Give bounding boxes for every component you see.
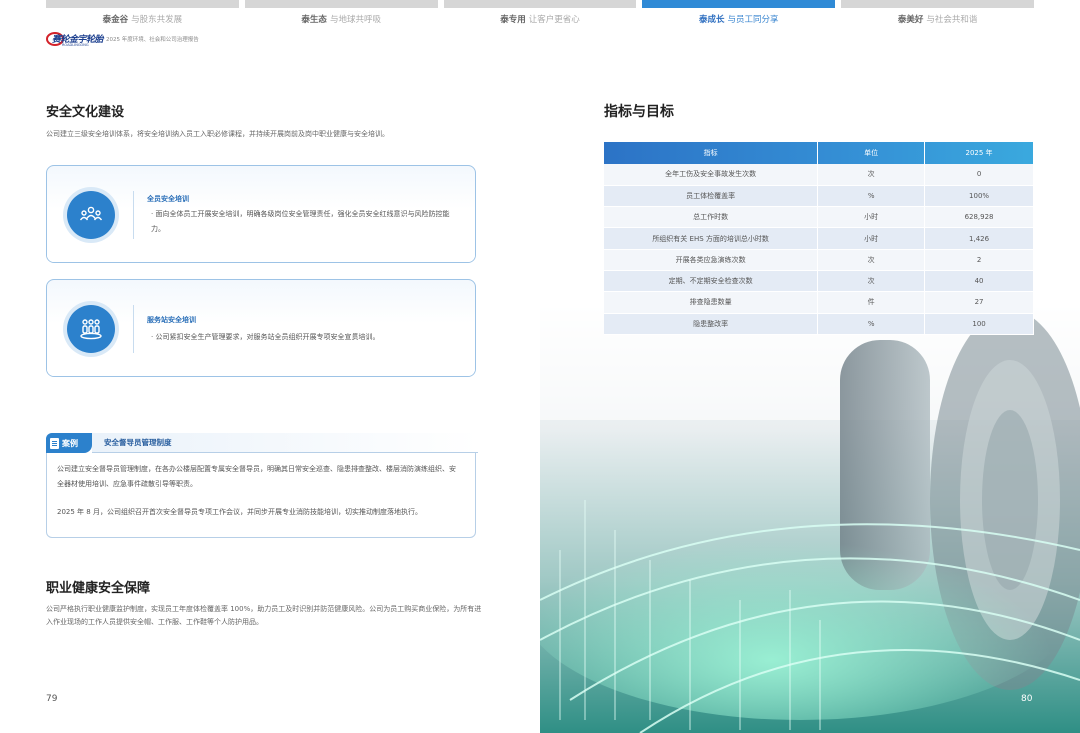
- tab-main-label: 泰生态: [301, 15, 327, 25]
- table-row: 定期、不定期安全检查次数次 40: [604, 270, 1034, 293]
- tab-main-label: 泰专用: [500, 15, 526, 25]
- cell-metric: 排查隐患数量: [604, 291, 819, 314]
- logo-subtext: ROADLINGONG: [62, 43, 89, 47]
- table-row: 全年工伤及安全事故发生次数次 0: [604, 164, 1034, 186]
- case-paragraph: 2025 年 8 月，公司组织召开首次安全督导员专项工作会议，并同步开展专业消防…: [57, 508, 422, 516]
- training-card-all-staff: 全员安全培训 · 面向全体员工开展安全培训，明确各级岗位安全管理责任，强化全员安…: [46, 165, 476, 263]
- tab-main-label: 泰金谷: [102, 15, 129, 25]
- tab-sub-label: 让客户更省心: [528, 15, 580, 25]
- safety-culture-intro: 公司建立三级安全培训体系，将安全培训纳入员工入职必修课程，并持续开展岗前及岗中职…: [46, 130, 389, 138]
- cell-unit: 次: [817, 270, 926, 293]
- tab-customers[interactable]: 泰专用 让客户更省心: [443, 0, 637, 26]
- tab-main-label: 泰成长: [699, 15, 725, 25]
- company-logo: 赛轮金宇轮胎 ROADLINGONG 2025 年度环境、社会和公司治理报告: [46, 31, 199, 47]
- top-navigation: 泰金谷 与股东共发展 泰生态 与地球共呼吸 泰专用 让客户更省心 泰成长 与员工同分享 …: [46, 0, 1034, 26]
- cell-unit: 次: [817, 249, 926, 271]
- tab-society[interactable]: 泰美好 与社会共和谐: [841, 0, 1034, 26]
- card-body: · 面向全体员工开展安全培训，明确各级岗位安全管理责任，强化全员安全红线意识与风…: [151, 210, 450, 234]
- logo-mark: 赛轮金宇轮胎 ROADLINGONG: [46, 31, 104, 47]
- case-badge: 案例: [46, 433, 92, 453]
- table-row: 开展各类应急演练次数次 2: [604, 249, 1034, 271]
- header-metric: 指标: [604, 142, 819, 164]
- page-number-left: 79: [46, 694, 58, 704]
- tab-sub-label: 与地球共呼吸: [329, 15, 381, 25]
- tab-sub-label: 与社会共和谐: [926, 15, 978, 25]
- table-row: 排查隐患数量件 27: [604, 291, 1034, 314]
- case-badge-label: 案例: [62, 438, 78, 448]
- case-box: 案例 安全督导员管理制度 公司建立安全督导员管理制度，在各办公楼层配置专属安全督…: [46, 433, 478, 538]
- section-title-metrics: 指标与目标: [604, 104, 674, 120]
- tab-sub-label: 与员工同分享: [727, 15, 779, 25]
- cell-value: 100%: [924, 185, 1034, 208]
- cell-metric: 隐患整改率: [604, 313, 819, 335]
- cell-value: 100: [924, 313, 1034, 335]
- section-title-occupational-health: 职业健康安全保障: [46, 581, 151, 596]
- document-icon: [50, 437, 59, 449]
- cell-metric: 所组织有关 EHS 方面的培训总小时数: [604, 227, 819, 250]
- cell-value: 40: [924, 270, 1034, 293]
- cell-metric: 全年工伤及安全事故发生次数: [604, 164, 819, 186]
- cell-unit: %: [817, 185, 926, 208]
- table-header-row: 指标 单位 2025 年: [604, 142, 1034, 164]
- table-row: 总工作时数 小时 628,928: [604, 206, 1034, 229]
- cell-value: 628,928: [924, 206, 1034, 229]
- case-title: 安全督导员管理制度: [92, 433, 478, 453]
- tire-road-illustration: [540, 300, 1080, 733]
- cell-value: 27: [924, 291, 1034, 314]
- cell-metric: 员工体检覆盖率: [604, 185, 819, 208]
- cell-value: 0: [924, 164, 1034, 186]
- report-tagline: 2025 年度环境、社会和公司治理报告: [106, 37, 199, 43]
- header-year: 2025 年: [924, 142, 1034, 164]
- cell-unit: 小时: [817, 206, 926, 229]
- page-number-right: 80: [1021, 694, 1033, 704]
- table-row: 隐患整改率% 100: [604, 313, 1034, 335]
- tab-sub-label: 与股东共发展: [131, 15, 183, 25]
- header-unit: 单位: [817, 142, 926, 164]
- table-row: 员工体检覆盖率% 100%: [604, 185, 1034, 208]
- section-title-safety-culture: 安全文化建设: [46, 105, 125, 120]
- cell-metric: 总工作时数: [604, 206, 819, 229]
- group-people-icon: [67, 191, 115, 239]
- cell-unit: 件: [817, 291, 926, 314]
- tab-environment[interactable]: 泰生态 与地球共呼吸: [244, 0, 438, 26]
- occupational-health-body: 公司严格执行职业健康监护制度，实现员工年度体检覆盖率 100%，助力员工及时识别…: [46, 605, 482, 627]
- tab-employees[interactable]: 泰成长 与员工同分享: [642, 0, 836, 26]
- card-title: 全员安全培训: [147, 195, 189, 203]
- case-paragraph: 公司建立安全督导员管理制度，在各办公楼层配置专属安全督导员，明确其日常安全巡查、…: [57, 465, 456, 489]
- card-body: · 公司紧扣安全生产管理要求，对服务站全员组织开展专项安全宣贯培训。: [151, 333, 380, 341]
- cell-metric: 开展各类应急演练次数: [604, 249, 819, 271]
- training-card-service-station: 服务站安全培训 · 公司紧扣安全生产管理要求，对服务站全员组织开展专项安全宣贯培…: [46, 279, 476, 377]
- cell-value: 1,426: [924, 227, 1034, 250]
- cell-unit: %: [817, 313, 926, 335]
- card-title: 服务站安全培训: [147, 316, 196, 324]
- cell-unit: 小时: [817, 227, 926, 250]
- people-podium-icon: [67, 305, 115, 353]
- cell-value: 2: [924, 249, 1034, 271]
- cell-unit: 次: [817, 164, 926, 186]
- cell-metric: 定期、不定期安全检查次数: [604, 270, 819, 293]
- metrics-table: 指标 单位 2025 年 全年工伤及安全事故发生次数次 0 员工体检覆盖率% 100…: [604, 142, 1034, 335]
- table-row: 所组织有关 EHS 方面的培训总小时数 小时 1,426: [604, 227, 1034, 250]
- tab-main-label: 泰美好: [897, 15, 924, 25]
- tab-investors[interactable]: 泰金谷 与股东共发展: [46, 0, 239, 26]
